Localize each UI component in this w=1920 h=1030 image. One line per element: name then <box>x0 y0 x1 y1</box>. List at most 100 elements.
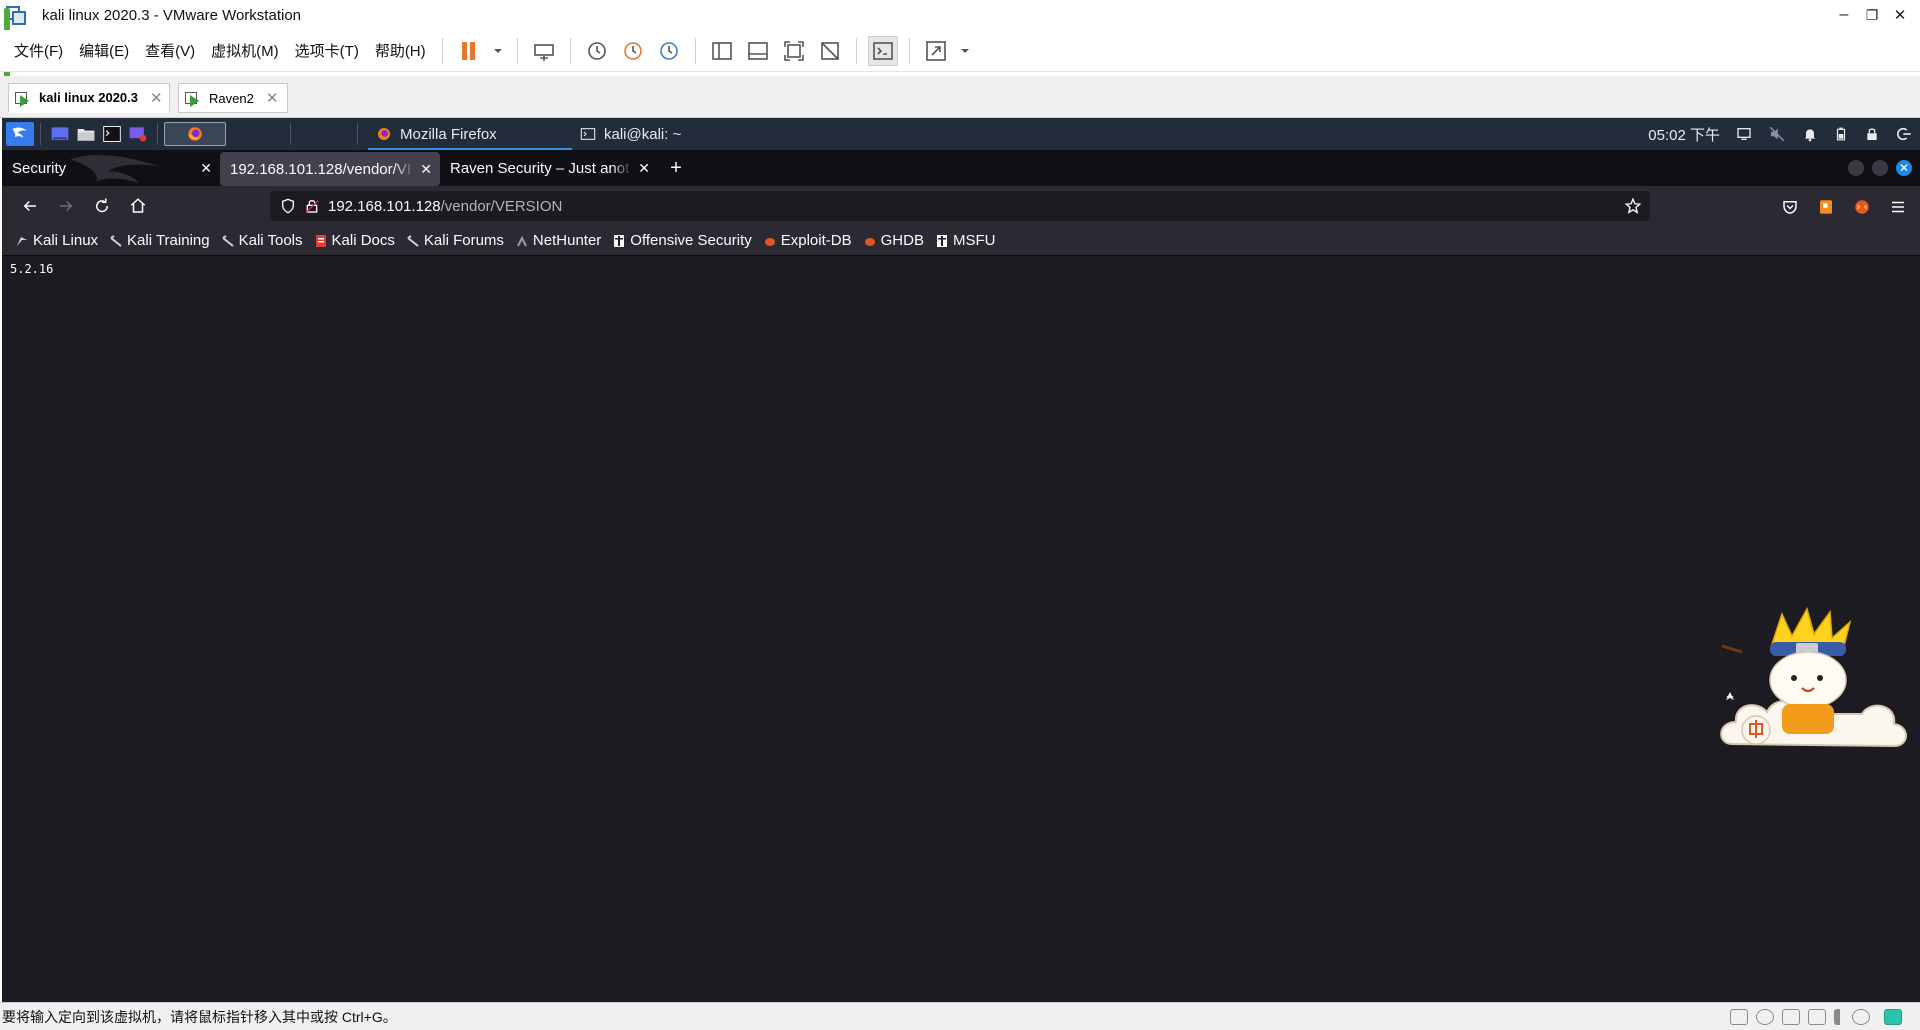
bookmark-offensive-security[interactable]: Offensive Security <box>613 232 752 249</box>
app-menu-button[interactable] <box>1883 192 1913 222</box>
tab-title-fade <box>394 152 414 186</box>
snapshot-clock-icon <box>587 41 606 60</box>
mascot-overlay-icon[interactable] <box>1712 604 1912 764</box>
file-manager-button[interactable] <box>73 122 99 146</box>
show-library-button[interactable] <box>707 36 737 66</box>
thumbnail-bar-button[interactable] <box>743 36 773 66</box>
close-icon[interactable]: ✕ <box>266 89 279 107</box>
menu-edit[interactable]: 编辑(E) <box>71 40 137 61</box>
bookmark-kali-training[interactable]: Kali Training <box>110 232 210 249</box>
unity-button[interactable] <box>815 36 845 66</box>
vm-tab-kali[interactable]: kali linux 2020.3 ✕ <box>8 83 170 113</box>
menu-view[interactable]: 查看(V) <box>137 40 203 61</box>
send-ctrl-alt-del-button[interactable] <box>529 36 559 66</box>
volume-muted-icon[interactable] <box>1768 125 1786 143</box>
bookmark-ghdb[interactable]: GHDB <box>864 232 924 249</box>
clock[interactable]: 05:02 下午 <box>1648 124 1720 145</box>
close-tab-icon[interactable]: ✕ <box>200 160 212 177</box>
bookmark-star-icon[interactable] <box>1624 197 1642 215</box>
bookmark-kali-docs[interactable]: Kali Docs <box>315 232 395 249</box>
close-window-icon[interactable]: ✕ <box>1896 160 1912 176</box>
hard-disk-icon[interactable] <box>1730 1008 1748 1025</box>
usb-icon[interactable] <box>1852 1008 1870 1025</box>
bookmark-msfu[interactable]: MSFU <box>936 232 995 249</box>
bookmark-kali-forums[interactable]: Kali Forums <box>407 232 504 249</box>
revert-snapshot-button[interactable] <box>618 36 648 66</box>
minimize-window-icon[interactable] <box>1848 160 1864 176</box>
forward-button[interactable] <box>51 191 81 221</box>
bookmark-label: GHDB <box>880 232 924 249</box>
firefox-launcher-button[interactable] <box>164 122 226 146</box>
extension-button[interactable] <box>1811 192 1841 222</box>
console-view-button[interactable] <box>867 35 898 66</box>
message-log-icon[interactable] <box>1884 1008 1902 1025</box>
sound-card-icon[interactable] <box>1834 1008 1844 1025</box>
kali-dragon-watermark-icon <box>70 154 160 184</box>
kali-menu-button[interactable] <box>6 122 34 146</box>
menu-help[interactable]: 帮助(H) <box>367 40 434 61</box>
cd-dvd-icon[interactable] <box>1756 1008 1774 1025</box>
pause-dropdown-button[interactable] <box>490 36 506 66</box>
url-bar[interactable]: 192.168.101.128/vendor/VERSION <box>270 191 1650 221</box>
taskbar-item-terminal[interactable]: kali@kali: ~ <box>572 118 702 150</box>
folder-icon <box>77 129 95 141</box>
snapshot-manager-button[interactable] <box>654 36 684 66</box>
close-icon[interactable]: ✕ <box>150 89 163 107</box>
terminal-launcher-button[interactable] <box>99 122 125 146</box>
snapshot-manager-icon <box>659 41 678 60</box>
stretch-button[interactable] <box>921 36 951 66</box>
menu-vm[interactable]: 虚拟机(M) <box>203 40 287 61</box>
new-tab-button[interactable]: + <box>658 150 694 186</box>
menu-file[interactable]: 文件(F) <box>6 40 71 61</box>
taskbar-item-label: kali@kali: ~ <box>604 125 682 143</box>
menu-tabs[interactable]: 选项卡(T) <box>287 40 367 61</box>
stretch-icon <box>925 40 946 61</box>
fox-extension-icon <box>1855 200 1869 214</box>
insecure-lock-icon[interactable] <box>304 198 320 214</box>
extension-orange-icon <box>1820 200 1832 214</box>
vm-tab-strip: kali linux 2020.3 ✕ Raven2 ✕ <box>0 76 1920 118</box>
tracking-shield-icon[interactable] <box>280 198 296 214</box>
bookmark-nethunter[interactable]: NetHunter <box>516 232 601 249</box>
snapshot-button[interactable] <box>582 36 612 66</box>
firefox-tab-strip: Security ✕ 192.168.101.128/vendor/VERSIO… <box>2 150 1920 186</box>
firefox-tab-version[interactable]: 192.168.101.128/vendor/VERSION ✕ <box>220 152 440 186</box>
battery-icon[interactable] <box>1834 125 1848 143</box>
taskbar-item-firefox[interactable]: Mozilla Firefox <box>368 118 572 150</box>
firefox-tab-security[interactable]: Security ✕ <box>2 150 220 186</box>
page-content[interactable]: 5.2.16 <box>2 256 1920 1002</box>
bookmark-exploit-db[interactable]: Exploit-DB <box>764 232 852 249</box>
hamburger-menu-icon <box>1892 201 1904 213</box>
bookmark-kali-linux[interactable]: Kali Linux <box>16 232 98 249</box>
version-text: 5.2.16 <box>10 262 54 276</box>
lock-screen-icon[interactable] <box>1864 126 1880 142</box>
printer-icon[interactable] <box>1808 1008 1826 1025</box>
show-desktop-button[interactable] <box>47 122 73 146</box>
close-tab-icon[interactable]: ✕ <box>638 160 650 177</box>
screenshot-launcher-button[interactable] <box>125 122 151 146</box>
tab-title: 192.168.101.128/vendor/VERSION <box>230 160 410 178</box>
bookmark-label: Kali Docs <box>331 232 395 249</box>
bookmark-kali-tools[interactable]: Kali Tools <box>221 232 303 249</box>
stretch-dropdown-button[interactable] <box>957 36 973 66</box>
foxyproxy-button[interactable] <box>1847 192 1877 222</box>
home-button[interactable] <box>123 191 153 221</box>
pocket-button[interactable] <box>1775 192 1805 222</box>
display-icon[interactable] <box>1736 126 1752 142</box>
firefox-tab-raven[interactable]: Raven Security – Just another WordPress … <box>440 150 658 186</box>
bookmark-label: Kali Tools <box>238 232 303 249</box>
home-icon <box>130 198 146 213</box>
close-button[interactable]: ✕ <box>1880 0 1920 30</box>
network-adapter-icon[interactable] <box>1782 1008 1800 1025</box>
notification-bell-icon[interactable] <box>1802 126 1818 142</box>
reload-button[interactable] <box>87 191 117 221</box>
full-screen-button[interactable] <box>779 36 809 66</box>
pause-button[interactable] <box>454 36 484 66</box>
vm-tab-raven2[interactable]: Raven2 ✕ <box>178 83 288 113</box>
logout-icon[interactable] <box>1896 126 1912 142</box>
close-tab-icon[interactable]: ✕ <box>420 161 432 178</box>
toolbar-separator <box>694 37 696 64</box>
maximize-window-icon[interactable] <box>1872 160 1888 176</box>
back-button[interactable] <box>15 191 45 221</box>
vm-screen[interactable]: Mozilla Firefox kali@kali: ~ 05:02 下午 Se… <box>2 118 1920 1002</box>
